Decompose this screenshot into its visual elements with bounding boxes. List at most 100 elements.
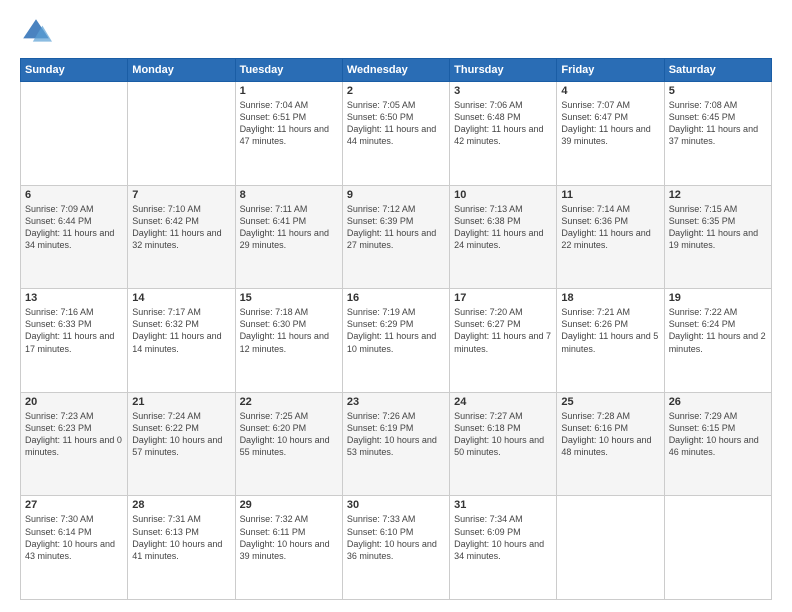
calendar-table: SundayMondayTuesdayWednesdayThursdayFrid…: [20, 58, 772, 600]
day-info: Sunrise: 7:27 AM Sunset: 6:18 PM Dayligh…: [454, 410, 552, 459]
col-header-saturday: Saturday: [664, 59, 771, 82]
day-info: Sunrise: 7:13 AM Sunset: 6:38 PM Dayligh…: [454, 203, 552, 252]
calendar-cell: 27 Sunrise: 7:30 AM Sunset: 6:14 PM Dayli…: [21, 496, 128, 600]
day-number: 16: [347, 292, 445, 304]
day-number: 23: [347, 396, 445, 408]
calendar-cell: [128, 82, 235, 186]
day-number: 1: [240, 85, 338, 97]
day-number: 28: [132, 499, 230, 511]
day-info: Sunrise: 7:28 AM Sunset: 6:16 PM Dayligh…: [561, 410, 659, 459]
calendar-cell: 31Sunrise: 7:34 AM Sunset: 6:09 PM Dayli…: [450, 496, 557, 600]
calendar-cell: 25 Sunrise: 7:28 AM Sunset: 6:16 PM Dayli…: [557, 392, 664, 496]
day-info: Sunrise: 7:11 AM Sunset: 6:41 PM Dayligh…: [240, 203, 338, 252]
day-info: Sunrise: 7:26 AM Sunset: 6:19 PM Dayligh…: [347, 410, 445, 459]
week-row-2: 6Sunrise: 7:09 AM Sunset: 6:44 PM Daylig…: [21, 185, 772, 289]
day-number: 13: [25, 292, 123, 304]
calendar-cell: 18 Sunrise: 7:21 AM Sunset: 6:26 PM Dayli…: [557, 289, 664, 393]
day-info: Sunrise: 7:23 AM Sunset: 6:23 PM Dayligh…: [25, 410, 123, 459]
day-info: Sunrise: 7:05 AM Sunset: 6:50 PM Dayligh…: [347, 99, 445, 148]
day-number: 14: [132, 292, 230, 304]
day-info: Sunrise: 7:22 AM Sunset: 6:24 PM Dayligh…: [669, 306, 767, 355]
week-row-3: 13 Sunrise: 7:16 AM Sunset: 6:33 PM Dayli…: [21, 289, 772, 393]
week-row-1: 1 Sunrise: 7:04 AM Sunset: 6:51 PM Daylig…: [21, 82, 772, 186]
day-info: Sunrise: 7:32 AM Sunset: 6:11 PM Dayligh…: [240, 513, 338, 562]
calendar-cell: 8 Sunrise: 7:11 AM Sunset: 6:41 PM Daylig…: [235, 185, 342, 289]
day-number: 15: [240, 292, 338, 304]
day-info: Sunrise: 7:29 AM Sunset: 6:15 PM Dayligh…: [669, 410, 767, 459]
day-number: 3: [454, 85, 552, 97]
day-number: 18: [561, 292, 659, 304]
day-number: 6: [25, 189, 123, 201]
calendar-cell: 26 Sunrise: 7:29 AM Sunset: 6:15 PM Dayli…: [664, 392, 771, 496]
calendar-cell: 23 Sunrise: 7:26 AM Sunset: 6:19 PM Dayli…: [342, 392, 449, 496]
day-info: Sunrise: 7:24 AM Sunset: 6:22 PM Dayligh…: [132, 410, 230, 459]
calendar-cell: 3 Sunrise: 7:06 AM Sunset: 6:48 PM Daylig…: [450, 82, 557, 186]
day-number: 19: [669, 292, 767, 304]
day-number: 30: [347, 499, 445, 511]
day-info: Sunrise: 7:31 AM Sunset: 6:13 PM Dayligh…: [132, 513, 230, 562]
logo-icon: [20, 16, 52, 48]
header: [20, 16, 772, 48]
day-info: Sunrise: 7:21 AM Sunset: 6:26 PM Dayligh…: [561, 306, 659, 355]
day-info: Sunrise: 7:04 AM Sunset: 6:51 PM Dayligh…: [240, 99, 338, 148]
calendar-cell: [21, 82, 128, 186]
calendar-cell: 4Sunrise: 7:07 AM Sunset: 6:47 PM Daylig…: [557, 82, 664, 186]
day-number: 8: [240, 189, 338, 201]
day-info: Sunrise: 7:15 AM Sunset: 6:35 PM Dayligh…: [669, 203, 767, 252]
day-info: Sunrise: 7:30 AM Sunset: 6:14 PM Dayligh…: [25, 513, 123, 562]
calendar-cell: 13 Sunrise: 7:16 AM Sunset: 6:33 PM Dayli…: [21, 289, 128, 393]
day-number: 9: [347, 189, 445, 201]
calendar-cell: 14 Sunrise: 7:17 AM Sunset: 6:32 PM Dayli…: [128, 289, 235, 393]
day-info: Sunrise: 7:25 AM Sunset: 6:20 PM Dayligh…: [240, 410, 338, 459]
col-header-thursday: Thursday: [450, 59, 557, 82]
calendar-cell: 9 Sunrise: 7:12 AM Sunset: 6:39 PM Daylig…: [342, 185, 449, 289]
calendar-cell: 24 Sunrise: 7:27 AM Sunset: 6:18 PM Dayli…: [450, 392, 557, 496]
col-header-wednesday: Wednesday: [342, 59, 449, 82]
calendar-cell: 29Sunrise: 7:32 AM Sunset: 6:11 PM Dayli…: [235, 496, 342, 600]
day-number: 11: [561, 189, 659, 201]
calendar-cell: 30 Sunrise: 7:33 AM Sunset: 6:10 PM Dayli…: [342, 496, 449, 600]
day-number: 27: [25, 499, 123, 511]
day-info: Sunrise: 7:06 AM Sunset: 6:48 PM Dayligh…: [454, 99, 552, 148]
calendar-cell: 19 Sunrise: 7:22 AM Sunset: 6:24 PM Dayli…: [664, 289, 771, 393]
calendar-cell: 6Sunrise: 7:09 AM Sunset: 6:44 PM Daylig…: [21, 185, 128, 289]
day-number: 17: [454, 292, 552, 304]
page: SundayMondayTuesdayWednesdayThursdayFrid…: [0, 0, 792, 612]
day-info: Sunrise: 7:17 AM Sunset: 6:32 PM Dayligh…: [132, 306, 230, 355]
day-info: Sunrise: 7:18 AM Sunset: 6:30 PM Dayligh…: [240, 306, 338, 355]
day-number: 20: [25, 396, 123, 408]
day-number: 5: [669, 85, 767, 97]
calendar-cell: [664, 496, 771, 600]
day-info: Sunrise: 7:12 AM Sunset: 6:39 PM Dayligh…: [347, 203, 445, 252]
calendar-header: SundayMondayTuesdayWednesdayThursdayFrid…: [21, 59, 772, 82]
day-number: 2: [347, 85, 445, 97]
calendar-cell: 7Sunrise: 7:10 AM Sunset: 6:42 PM Daylig…: [128, 185, 235, 289]
day-info: Sunrise: 7:16 AM Sunset: 6:33 PM Dayligh…: [25, 306, 123, 355]
day-info: Sunrise: 7:33 AM Sunset: 6:10 PM Dayligh…: [347, 513, 445, 562]
day-info: Sunrise: 7:19 AM Sunset: 6:29 PM Dayligh…: [347, 306, 445, 355]
calendar-cell: 22Sunrise: 7:25 AM Sunset: 6:20 PM Dayli…: [235, 392, 342, 496]
day-number: 31: [454, 499, 552, 511]
col-header-tuesday: Tuesday: [235, 59, 342, 82]
day-info: Sunrise: 7:07 AM Sunset: 6:47 PM Dayligh…: [561, 99, 659, 148]
header-row: SundayMondayTuesdayWednesdayThursdayFrid…: [21, 59, 772, 82]
logo: [20, 16, 56, 48]
week-row-5: 27 Sunrise: 7:30 AM Sunset: 6:14 PM Dayli…: [21, 496, 772, 600]
day-number: 24: [454, 396, 552, 408]
calendar-cell: 20 Sunrise: 7:23 AM Sunset: 6:23 PM Dayli…: [21, 392, 128, 496]
day-number: 26: [669, 396, 767, 408]
calendar-cell: 15 Sunrise: 7:18 AM Sunset: 6:30 PM Dayli…: [235, 289, 342, 393]
calendar-cell: [557, 496, 664, 600]
calendar-cell: 16 Sunrise: 7:19 AM Sunset: 6:29 PM Dayli…: [342, 289, 449, 393]
calendar-body: 1 Sunrise: 7:04 AM Sunset: 6:51 PM Daylig…: [21, 82, 772, 600]
day-number: 10: [454, 189, 552, 201]
col-header-sunday: Sunday: [21, 59, 128, 82]
calendar-cell: 12Sunrise: 7:15 AM Sunset: 6:35 PM Dayli…: [664, 185, 771, 289]
col-header-friday: Friday: [557, 59, 664, 82]
calendar-cell: 21Sunrise: 7:24 AM Sunset: 6:22 PM Dayli…: [128, 392, 235, 496]
day-info: Sunrise: 7:10 AM Sunset: 6:42 PM Dayligh…: [132, 203, 230, 252]
calendar-cell: 1 Sunrise: 7:04 AM Sunset: 6:51 PM Daylig…: [235, 82, 342, 186]
calendar-cell: 2 Sunrise: 7:05 AM Sunset: 6:50 PM Daylig…: [342, 82, 449, 186]
calendar-cell: 10 Sunrise: 7:13 AM Sunset: 6:38 PM Dayli…: [450, 185, 557, 289]
day-number: 25: [561, 396, 659, 408]
